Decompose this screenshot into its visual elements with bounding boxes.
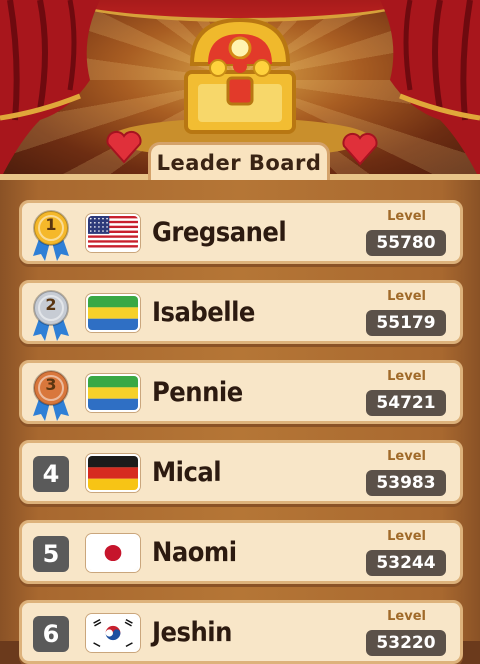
level-value: 54721: [366, 390, 446, 416]
silver-medal-icon: 2: [30, 288, 72, 344]
heart-gift-icon: [342, 132, 378, 166]
level-label: Level: [387, 369, 426, 384]
leaderboard-row[interactable]: 5 Naomi Level 53244: [19, 520, 463, 584]
level-label: Level: [387, 289, 426, 304]
left-curtain-icon: [0, 0, 100, 180]
leaderboard-title-tab: Leader Board: [148, 142, 330, 180]
level-value: 55179: [366, 310, 446, 336]
rank-badge: 6: [33, 616, 69, 652]
level-label: Level: [387, 609, 426, 624]
player-name: Gregsanel: [152, 216, 287, 248]
player-name: Jeshin: [152, 616, 232, 648]
gabon-flag-icon: [86, 374, 140, 412]
level-label: Level: [387, 209, 426, 224]
level-value: 53983: [366, 470, 446, 496]
rank-number: 3: [45, 375, 57, 394]
rank-number: 1: [45, 215, 57, 234]
level-value: 53220: [366, 630, 446, 656]
treasure-chest-icon: [184, 17, 296, 134]
right-curtain-icon: [380, 0, 480, 180]
level-label: Level: [387, 449, 426, 464]
level-value: 55780: [366, 230, 446, 256]
leaderboard-row[interactable]: 1 Gregsanel Level 55780: [19, 200, 463, 264]
rank-number: 2: [45, 295, 57, 314]
level-label: Level: [387, 529, 426, 544]
usa-flag-icon: [86, 214, 140, 252]
player-name: Naomi: [152, 536, 237, 568]
leaderboard-row[interactable]: 2 Isabelle Level 55179: [19, 280, 463, 344]
player-name: Pennie: [152, 376, 243, 408]
rank-badge: 5: [33, 536, 69, 572]
bronze-medal-icon: 3: [30, 368, 72, 424]
leaderboard-row[interactable]: 3 Pennie Level 54721: [19, 360, 463, 424]
player-name: Mical: [152, 456, 222, 488]
japan-flag-icon: [86, 534, 140, 572]
level-value: 53244: [366, 550, 446, 576]
page-title: Leader Board: [156, 150, 322, 175]
leaderboard-row[interactable]: 4 Mical Level 53983: [19, 440, 463, 504]
germany-flag-icon: [86, 454, 140, 492]
gabon-flag-icon: [86, 294, 140, 332]
rank-badge: 4: [33, 456, 69, 492]
player-name: Isabelle: [152, 296, 255, 328]
heart-gift-icon: [106, 130, 142, 164]
gold-medal-icon: 1: [30, 208, 72, 264]
leaderboard-row[interactable]: 6 Jeshin Level 53220: [19, 600, 463, 664]
south-korea-flag-icon: [86, 614, 140, 652]
